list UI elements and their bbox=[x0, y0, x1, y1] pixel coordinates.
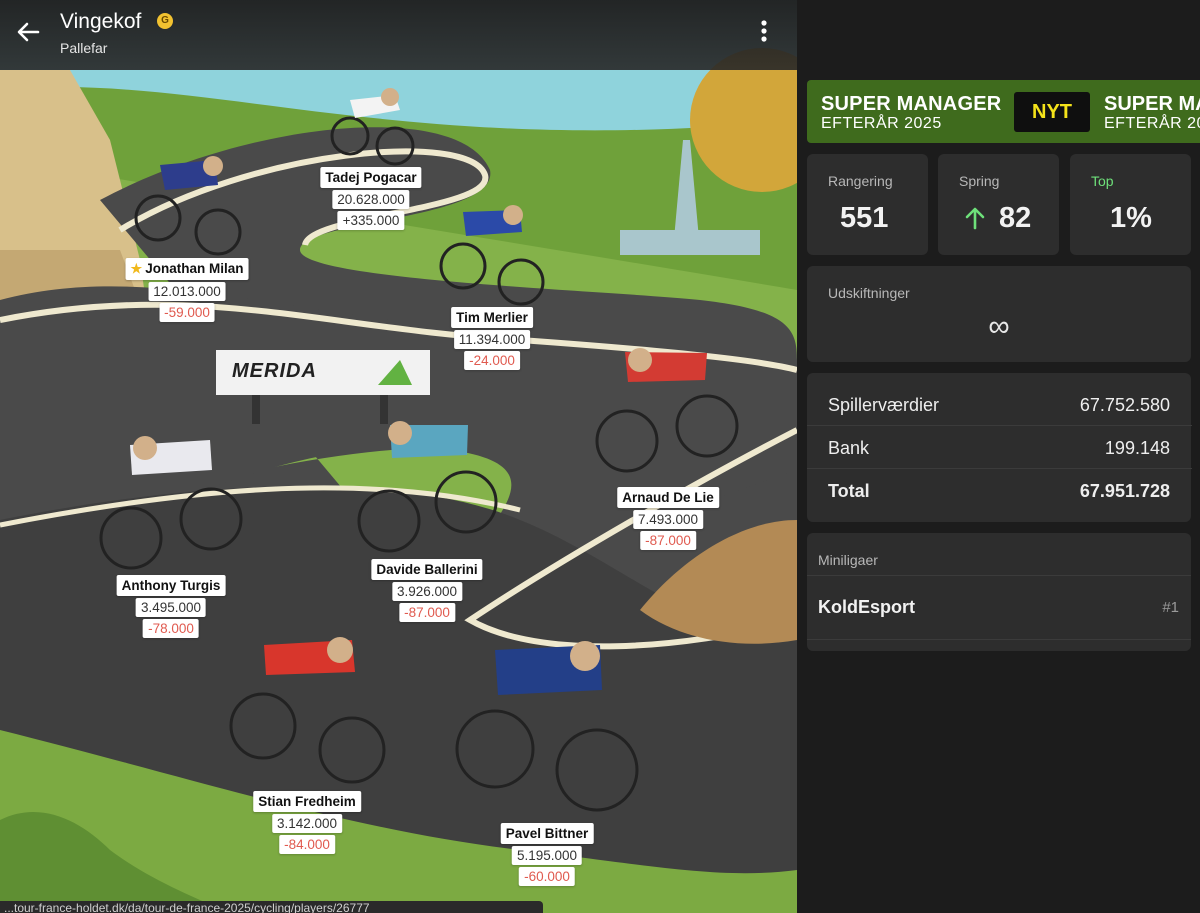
rider-name: Pavel Bittner bbox=[500, 823, 594, 844]
team-name: Vingekof bbox=[60, 10, 142, 33]
status-url: ...tour-france-holdet.dk/da/tour-de-fran… bbox=[0, 901, 543, 913]
captain-star-icon: ★ bbox=[130, 261, 143, 276]
jump-value: 82 bbox=[999, 202, 1032, 234]
finance-card: Spillerværdier 67.752.580 Bank 199.148 T… bbox=[807, 373, 1192, 522]
finance-label: Total bbox=[828, 481, 870, 501]
finance-label: Spillerværdier bbox=[828, 395, 940, 415]
infinity-icon: ∞ bbox=[988, 310, 1010, 343]
back-arrow-icon[interactable] bbox=[12, 16, 44, 48]
banner-title-repeat: SUPER MA bbox=[1104, 93, 1200, 115]
rider-change: -60.000 bbox=[519, 867, 575, 886]
rider-change: -24.000 bbox=[464, 351, 520, 370]
rider-value: 11.394.000 bbox=[453, 330, 531, 349]
rider-card[interactable]: Tadej Pogacar 20.628.000 +335.000 bbox=[320, 167, 422, 230]
arrow-up-icon bbox=[965, 207, 985, 230]
top-app-bar: Vingekof G Pallefar bbox=[0, 0, 797, 70]
new-badge: NYT bbox=[1014, 92, 1090, 132]
rider-change: -87.000 bbox=[399, 603, 455, 622]
rider-card[interactable]: Anthony Turgis 3.495.000 -78.000 bbox=[116, 575, 226, 638]
minileague-name: KoldEsport bbox=[818, 597, 915, 617]
finance-row: Bank 199.148 bbox=[807, 426, 1192, 469]
rider-change: -59.000 bbox=[159, 303, 215, 322]
more-options-icon[interactable] bbox=[752, 16, 776, 46]
rider-name: Davide Ballerini bbox=[371, 559, 483, 580]
rider-value: 12.013.000 bbox=[148, 282, 226, 301]
rider-card[interactable]: Pavel Bittner 5.195.000 -60.000 bbox=[500, 823, 594, 886]
rider-name: Tadej Pogacar bbox=[320, 167, 422, 188]
banner-title: SUPER MANAGER bbox=[821, 93, 1002, 115]
finance-value: 67.752.580 bbox=[1079, 395, 1170, 415]
rider-name: Tim Merlier bbox=[451, 307, 533, 328]
rank-value: 551 bbox=[840, 202, 889, 234]
rider-card[interactable]: Arnaud De Lie 7.493.000 -87.000 bbox=[617, 487, 719, 550]
rider-change: -78.000 bbox=[143, 619, 199, 638]
rank-card: Rangering 551 bbox=[807, 154, 928, 255]
rider-value: 5.195.000 bbox=[511, 846, 583, 865]
minileagues-card: Miniligaer KoldEsport #1 bbox=[807, 533, 1191, 651]
substitutions-label: Udskiftninger bbox=[828, 285, 910, 301]
rider-value: 3.142.000 bbox=[271, 814, 343, 833]
finance-value: 199.148 bbox=[1104, 438, 1170, 458]
rider-name: Jonathan Milan bbox=[145, 261, 244, 276]
rider-value: 3.495.000 bbox=[135, 598, 207, 617]
rider-name: Arnaud De Lie bbox=[617, 487, 719, 508]
banner-season: EFTERÅR 2025 bbox=[821, 115, 942, 132]
rider-name: Anthony Turgis bbox=[116, 575, 226, 596]
top-label: Top bbox=[1091, 173, 1114, 189]
super-manager-banner[interactable]: SUPER MANAGER EFTERÅR 2025 NYT SUPER MA … bbox=[807, 80, 1200, 143]
rider-card-captain[interactable]: ★ Jonathan Milan 12.013.000 -59.000 bbox=[125, 258, 249, 322]
finance-value: 67.951.728 bbox=[1079, 481, 1170, 501]
rider-card[interactable]: Stian Fredheim 3.142.000 -84.000 bbox=[253, 791, 361, 854]
top-card: Top 1% bbox=[1070, 154, 1191, 255]
finance-label: Bank bbox=[828, 438, 870, 458]
rider-value: 3.926.000 bbox=[391, 582, 463, 601]
rider-name: Stian Fredheim bbox=[253, 791, 361, 812]
minileague-rank: #1 bbox=[1162, 599, 1179, 616]
rank-label: Rangering bbox=[828, 173, 893, 189]
rider-change: +335.000 bbox=[337, 211, 405, 230]
rider-value: 7.493.000 bbox=[632, 510, 704, 529]
finance-row-total: Total 67.951.728 bbox=[807, 469, 1192, 512]
team-badge-icon: G bbox=[157, 13, 173, 29]
team-summary-panel: SUPER MANAGER EFTERÅR 2025 NYT SUPER MA … bbox=[797, 0, 1200, 913]
rider-change: -84.000 bbox=[279, 835, 335, 854]
minileague-item[interactable]: KoldEsport #1 bbox=[807, 576, 1191, 640]
team-owner: Pallefar bbox=[60, 40, 108, 56]
finance-row: Spillerværdier 67.752.580 bbox=[807, 383, 1192, 426]
rider-card[interactable]: Davide Ballerini 3.926.000 -87.000 bbox=[371, 559, 483, 622]
banner-season-repeat: EFTERÅR 20 bbox=[1104, 115, 1200, 132]
team-scene: MERIDA Tadej Pogacar 20.628.000 +335.000… bbox=[0, 0, 797, 913]
rider-value: 20.628.000 bbox=[332, 190, 410, 209]
cyclists-illustration bbox=[99, 88, 739, 812]
rider-card[interactable]: Tim Merlier 11.394.000 -24.000 bbox=[451, 307, 533, 370]
jump-card: Spring 82 bbox=[938, 154, 1059, 255]
jump-label: Spring bbox=[959, 173, 1000, 189]
top-value: 1% bbox=[1110, 202, 1152, 234]
minileagues-label: Miniligaer bbox=[818, 552, 878, 568]
substitutions-card: Udskiftninger ∞ bbox=[807, 266, 1191, 362]
rider-change: -87.000 bbox=[640, 531, 696, 550]
